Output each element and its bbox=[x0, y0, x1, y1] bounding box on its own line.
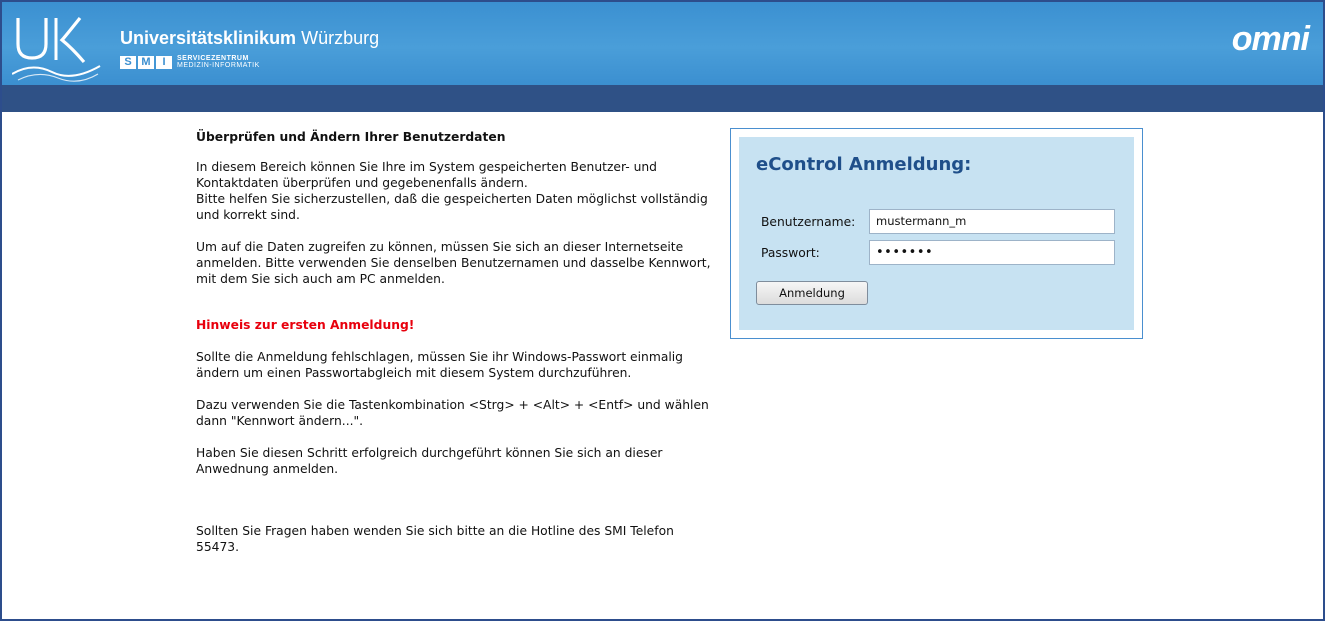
smi-subtitle: SERVICEZENTRUM MEDIZIN-INFORMATIK bbox=[177, 55, 260, 69]
ukw-logo bbox=[12, 17, 101, 82]
smi-line2: MEDIZIN-INFORMATIK bbox=[177, 62, 260, 69]
info-text-column: Überprüfen und Ändern Ihrer Benutzerdate… bbox=[196, 129, 716, 571]
login-info-paragraph: Um auf die Daten zugreifen zu können, mü… bbox=[196, 240, 711, 286]
first-login-paragraph: Sollte die Anmeldung fehlschlagen, müsse… bbox=[196, 350, 683, 380]
username-label: Benutzername: bbox=[761, 215, 856, 229]
smi-line1: SERVICEZENTRUM bbox=[177, 55, 249, 62]
smi-letter-s: S bbox=[120, 55, 136, 69]
smi-letters: S M I bbox=[120, 55, 174, 69]
login-panel: eControl Anmeldung: Benutzername: muster… bbox=[730, 128, 1143, 339]
smi-letter-m: M bbox=[138, 55, 154, 69]
first-login-warning: Hinweis zur ersten Anmeldung! bbox=[196, 318, 415, 332]
login-button[interactable]: Anmeldung bbox=[756, 281, 868, 305]
smi-logo: S M I SERVICEZENTRUM MEDIZIN-INFORMATIK bbox=[120, 55, 260, 69]
username-input[interactable]: mustermann_m bbox=[869, 209, 1115, 234]
nav-bar bbox=[2, 85, 1323, 112]
smi-letter-i: I bbox=[156, 55, 172, 69]
page-frame: Universitätsklinikum Würzburg S M I SERV… bbox=[0, 0, 1325, 621]
header-banner: Universitätsklinikum Würzburg S M I SERV… bbox=[2, 2, 1323, 85]
success-paragraph: Haben Sie diesen Schritt erfolgreich dur… bbox=[196, 446, 663, 476]
login-title: eControl Anmeldung: bbox=[756, 154, 972, 175]
key-combo-paragraph: Dazu verwenden Sie die Tastenkombination… bbox=[196, 398, 709, 428]
omni-logo: omni bbox=[1231, 20, 1310, 58]
header-title-light: Würzburg bbox=[301, 28, 380, 48]
intro-text: In diesem Bereich können Sie Ihre im Sys… bbox=[196, 160, 657, 190]
header-title: Universitätsklinikum Würzburg bbox=[120, 28, 379, 49]
page-heading: Überprüfen und Ändern Ihrer Benutzerdate… bbox=[196, 130, 506, 144]
login-form: eControl Anmeldung: Benutzername: muster… bbox=[739, 137, 1134, 330]
password-input[interactable]: ••••••• bbox=[869, 240, 1115, 265]
hotline-paragraph: Sollten Sie Fragen haben wenden Sie sich… bbox=[196, 524, 674, 554]
intro-paragraph: In diesem Bereich können Sie Ihre im Sys… bbox=[196, 159, 716, 223]
password-label: Passwort: bbox=[761, 246, 820, 260]
header-title-bold: Universitätsklinikum bbox=[120, 28, 297, 48]
intro-text-2: Bitte helfen Sie sicherzustellen, daß di… bbox=[196, 192, 708, 222]
